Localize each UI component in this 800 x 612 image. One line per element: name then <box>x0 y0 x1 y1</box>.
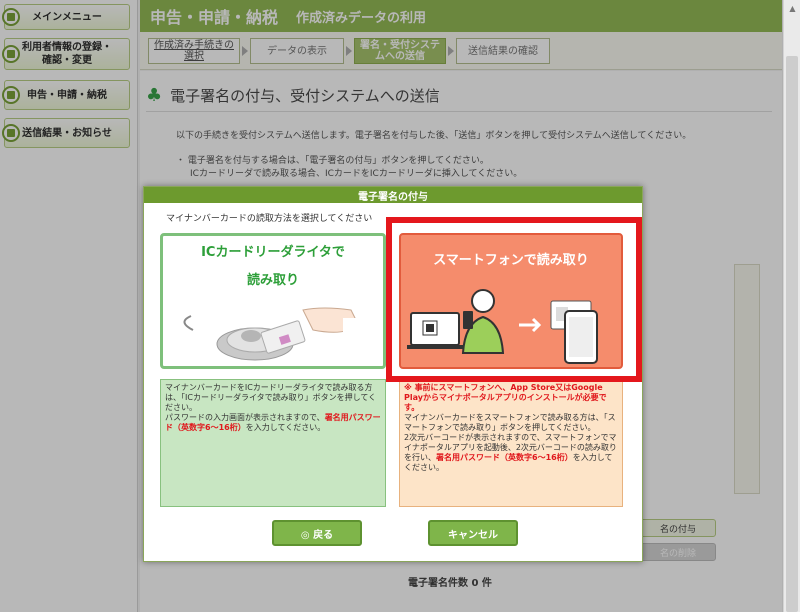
card-reader-illustration-icon <box>183 307 377 361</box>
vertical-scrollbar[interactable]: ▲ <box>783 0 800 612</box>
ic-description: マイナンバーカードをICカードリーダライタで読み取る方は、「ICカードリーダライ… <box>160 379 386 507</box>
dialog-prompt: マイナンバーカードの読取方法を選択してください <box>166 214 373 224</box>
scroll-thumb[interactable] <box>786 56 798 612</box>
dialog-title: 電子署名の付与 <box>144 187 642 203</box>
app-install-notice: ※ 事前にスマートフォンへ、App Store又はGoogle Playからマイ… <box>404 383 607 412</box>
back-button[interactable]: ◎ 戻る <box>272 520 362 546</box>
selection-highlight <box>386 217 642 382</box>
cancel-button[interactable]: キャンセル <box>428 520 518 546</box>
ic-option-label-1: ICカードリーダライタで <box>201 245 345 260</box>
ic-option-label-2: 読み取り <box>246 273 299 288</box>
scroll-up-icon[interactable]: ▲ <box>784 0 800 17</box>
ic-card-reader-button[interactable]: ICカードリーダライタで 読み取り <box>160 233 386 369</box>
smartphone-description: ※ 事前にスマートフォンへ、App Store又はGoogle Playからマイ… <box>399 379 623 507</box>
